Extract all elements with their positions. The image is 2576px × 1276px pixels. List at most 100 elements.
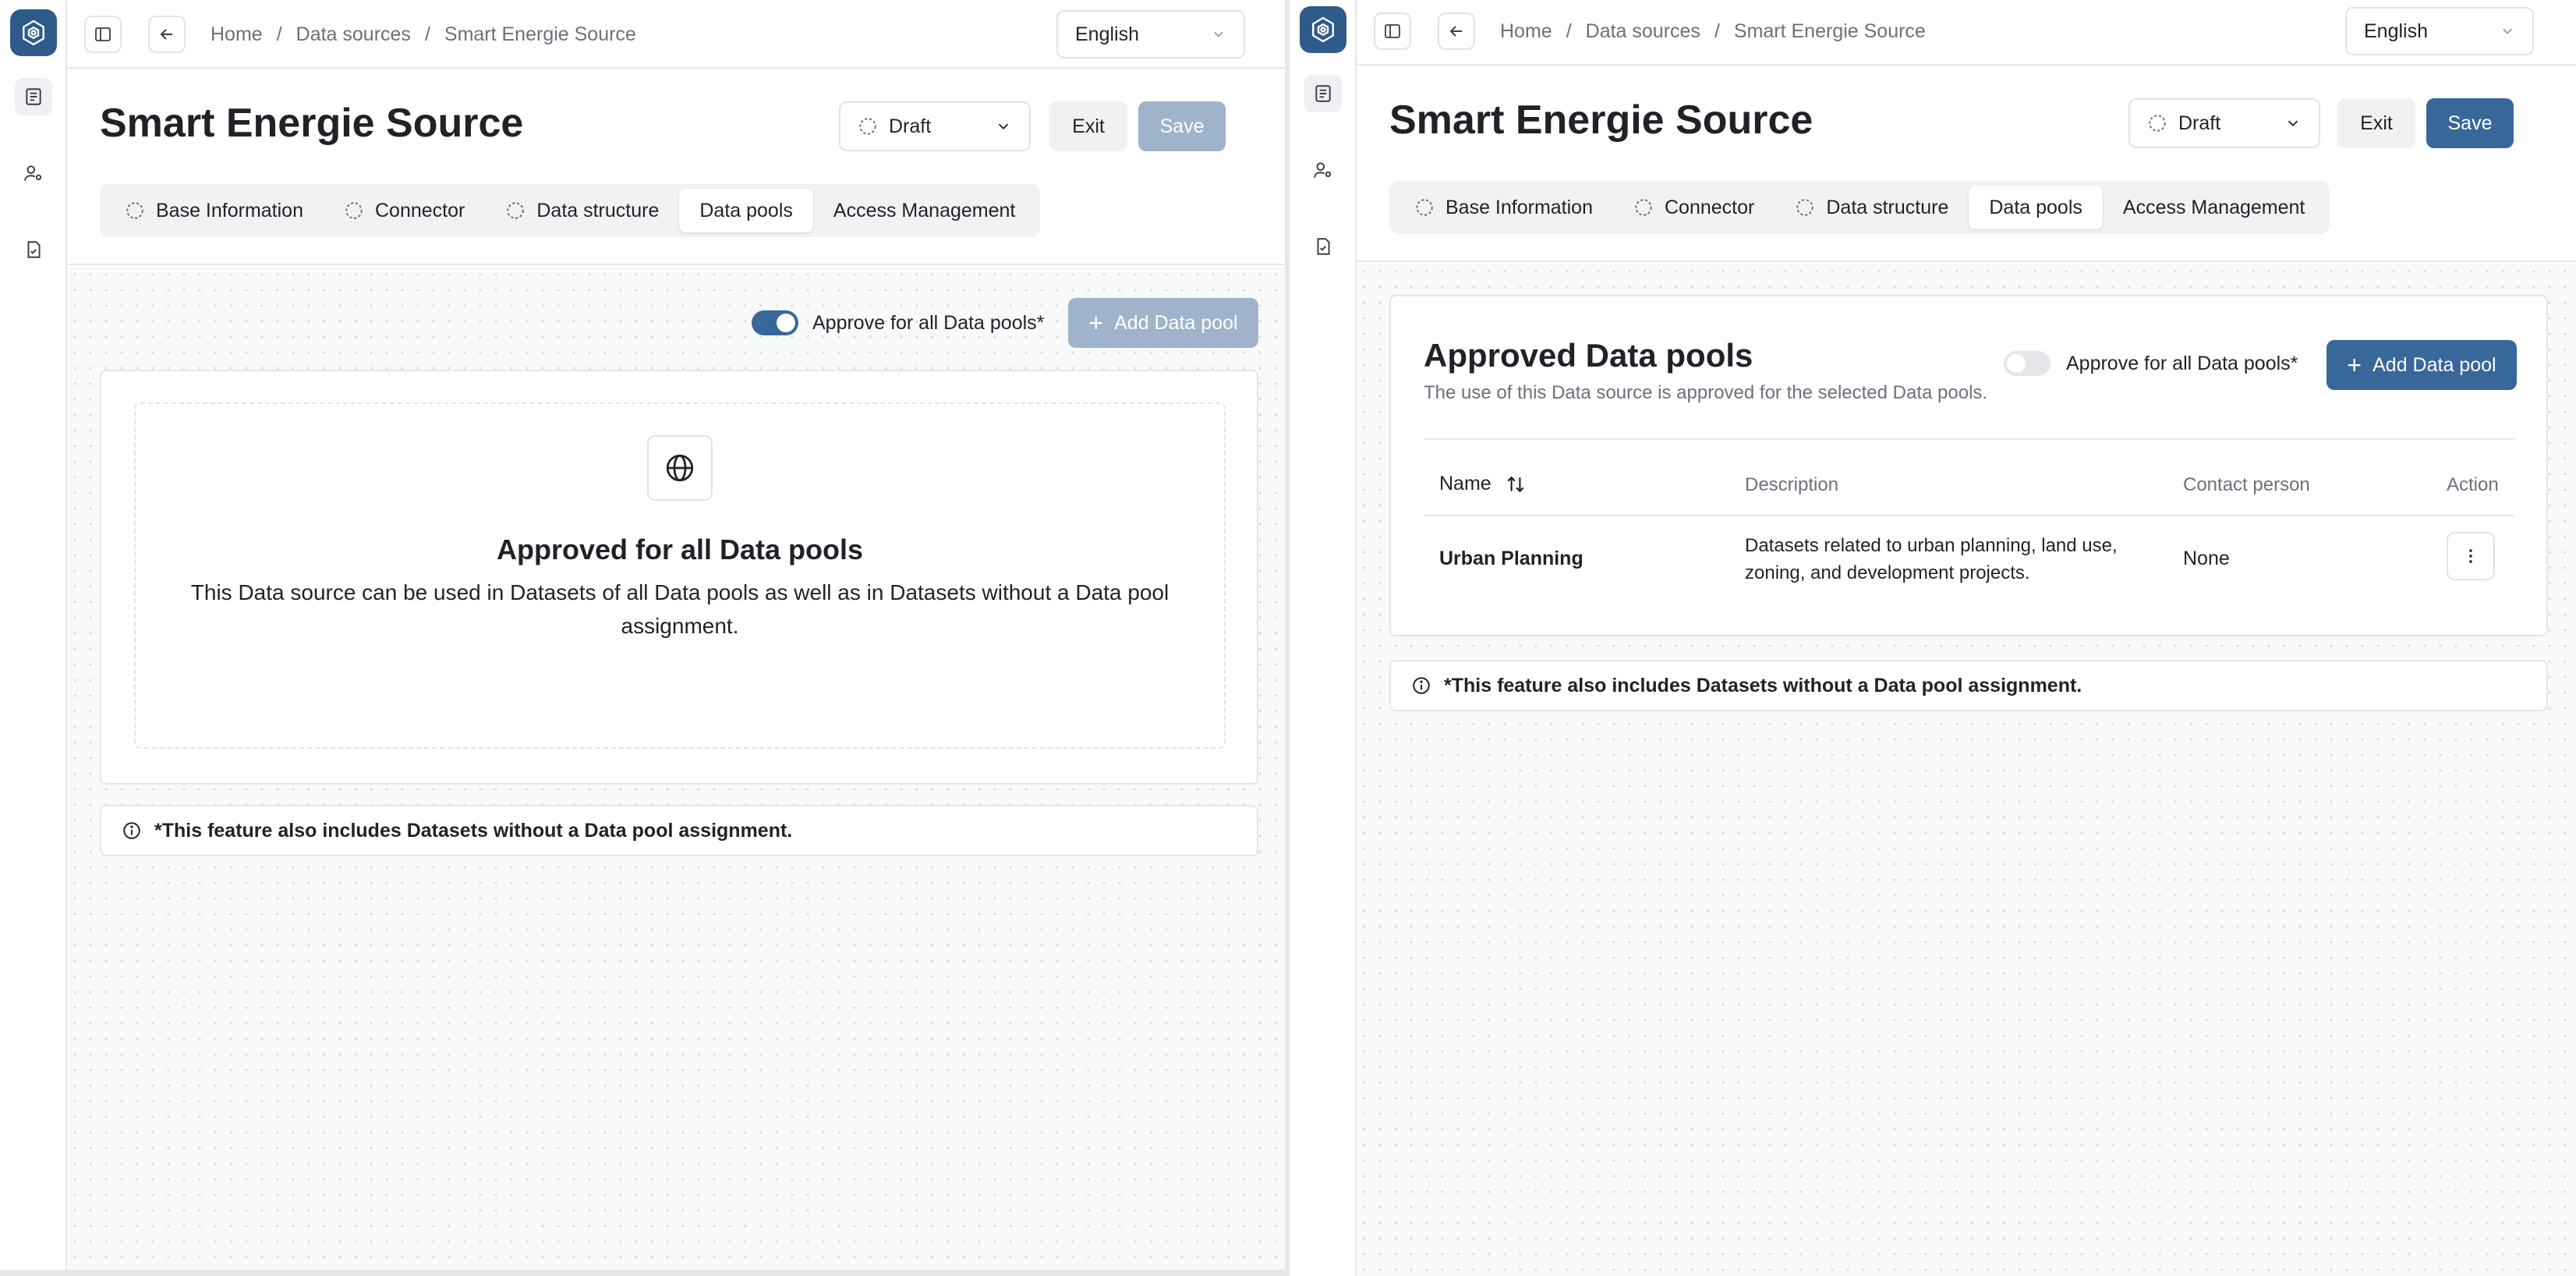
breadcrumb-separator: / — [1566, 19, 1572, 42]
tab-label: Access Management — [2122, 196, 2305, 218]
status-select[interactable]: Draft — [839, 101, 1031, 151]
dashed-circle-icon — [2149, 115, 2166, 132]
user-settings-icon[interactable] — [1304, 151, 1342, 189]
sort-arrows-icon[interactable] — [1506, 474, 1526, 494]
tab-label: Data structure — [536, 199, 660, 222]
file-check-icon[interactable] — [1304, 228, 1342, 265]
breadcrumb-current: Smart Energie Source — [444, 23, 636, 45]
page-title: Smart Energie Source — [100, 101, 524, 146]
section-title: Approved Data pools — [1424, 337, 1753, 374]
info-note-text: *This feature also includes Datasets wit… — [1444, 674, 2082, 696]
exit-button[interactable]: Exit — [2337, 98, 2415, 148]
chevron-down-icon — [2503, 28, 2512, 34]
language-select[interactable]: English — [2345, 7, 2534, 55]
content-area: Approve for all Data pools* + Add Data p… — [67, 267, 1285, 1270]
status-value: Draft — [2178, 112, 2221, 134]
more-vertical-icon[interactable] — [2447, 532, 2495, 580]
breadcrumb-current: Smart Energie Source — [1733, 19, 1926, 42]
info-note: *This feature also includes Datasets wit… — [100, 805, 1258, 856]
dashed-circle-icon — [1416, 199, 1433, 216]
tab-data-pools[interactable]: Data pools — [1969, 186, 2103, 229]
left-rail — [1290, 0, 1357, 1276]
file-check-icon[interactable] — [15, 231, 52, 268]
tab-label: Data pools — [1989, 196, 2082, 218]
top-bar: Home / Data sources / Smart Energie Sour… — [67, 0, 1285, 69]
add-data-pool-button[interactable]: + Add Data pool — [2327, 340, 2517, 390]
tab-connector[interactable]: Connector — [324, 189, 485, 232]
save-button[interactable]: Save — [1138, 101, 1226, 151]
tab-data-structure[interactable]: Data structure — [485, 189, 679, 232]
row-name: Urban Planning — [1439, 548, 1583, 569]
breadcrumb-home[interactable]: Home — [211, 23, 263, 46]
arrow-left-icon[interactable] — [1438, 12, 1475, 50]
tab-connector[interactable]: Connector — [1613, 186, 1775, 229]
tab-label: Access Management — [833, 199, 1016, 222]
tab-label: Data pools — [699, 199, 793, 222]
document-list-icon[interactable] — [15, 78, 52, 115]
column-header-label: Name — [1439, 473, 1491, 494]
tab-access-management[interactable]: Access Management — [813, 189, 1035, 232]
tab-label: Connector — [1665, 196, 1755, 218]
language-select[interactable]: English — [1056, 10, 1245, 58]
left-rail — [0, 0, 67, 1270]
info-circle-icon — [122, 821, 142, 841]
tab-label: Connector — [375, 199, 465, 222]
exit-button[interactable]: Exit — [1049, 101, 1127, 151]
tab-base-information[interactable]: Base Information — [1394, 186, 1613, 229]
toggle-knob — [777, 314, 795, 332]
column-header-name[interactable]: Name — [1439, 473, 1526, 495]
add-data-pool-button[interactable]: + Add Data pool — [1068, 298, 1258, 348]
tab-access-management[interactable]: Access Management — [2103, 186, 2325, 229]
tab-base-information[interactable]: Base Information — [104, 189, 324, 232]
document-list-icon[interactable] — [1304, 75, 1342, 112]
globe-icon — [647, 435, 713, 501]
plus-icon: + — [1088, 309, 1104, 337]
tab-data-pools[interactable]: Data pools — [679, 189, 813, 232]
tab-label: Data structure — [1826, 196, 1949, 218]
breadcrumb-separator: / — [276, 23, 282, 45]
tab-data-structure[interactable]: Data structure — [1775, 186, 1969, 229]
section-divider — [1424, 438, 2515, 440]
breadcrumb-separator: / — [424, 23, 430, 45]
chevron-down-icon — [998, 123, 1009, 130]
hexagon-logo-icon[interactable] — [10, 9, 57, 56]
tab-bar: Base Information Connector Data structur… — [1389, 181, 2330, 234]
empty-state-text: This Data source can be used in Datasets… — [190, 580, 1169, 638]
add-data-pool-label: Add Data pool — [2373, 353, 2496, 376]
breadcrumb-separator: / — [1714, 19, 1720, 42]
breadcrumb-data-sources[interactable]: Data sources — [296, 23, 411, 46]
arrow-left-icon[interactable] — [148, 16, 186, 53]
user-settings-icon[interactable] — [15, 154, 52, 192]
sidebar-toggle-icon[interactable] — [84, 16, 122, 53]
tab-label: Base Information — [156, 199, 303, 222]
save-button[interactable]: Save — [2426, 98, 2514, 148]
row-description: Datasets related to urban planning, land… — [1745, 535, 2118, 583]
breadcrumb-data-sources[interactable]: Data sources — [1586, 20, 1700, 43]
column-header-description: Description — [1745, 474, 1839, 495]
toggle-knob — [2007, 354, 2026, 373]
page-header: Smart Energie Source Draft Exit Save Bas… — [1357, 67, 2576, 262]
empty-state: Approved for all Data pools This Data so… — [134, 402, 1226, 749]
status-select[interactable]: Draft — [2128, 98, 2320, 148]
tab-label: Base Information — [1445, 196, 1593, 218]
approve-all-label: Approve for all Data pools* — [2066, 353, 2298, 374]
dashed-circle-icon — [345, 202, 363, 219]
app-window-approved-all: Home / Data sources / Smart Energie Sour… — [0, 0, 1285, 1270]
breadcrumb: Home / Data sources / Smart Energie Sour… — [211, 0, 636, 69]
dashed-circle-icon — [507, 202, 525, 219]
row-contact: None — [2183, 548, 2230, 569]
dashed-circle-icon — [859, 118, 876, 135]
column-header-contact: Contact person — [2183, 474, 2310, 495]
hexagon-logo-icon[interactable] — [1300, 6, 1346, 53]
approve-all-toggle[interactable] — [2004, 351, 2051, 376]
info-note-text: *This feature also includes Datasets wit… — [154, 819, 793, 842]
page-title: Smart Energie Source — [1389, 97, 1813, 143]
sidebar-toggle-icon[interactable] — [1374, 12, 1411, 50]
column-header-action: Action — [2447, 474, 2499, 495]
breadcrumb-home[interactable]: Home — [1500, 20, 1552, 43]
chevron-down-icon — [2288, 120, 2298, 127]
dashed-circle-icon — [1635, 199, 1652, 216]
table-header-divider — [1424, 515, 2515, 516]
approve-all-toggle[interactable] — [752, 310, 798, 335]
status-value: Draft — [889, 115, 932, 137]
